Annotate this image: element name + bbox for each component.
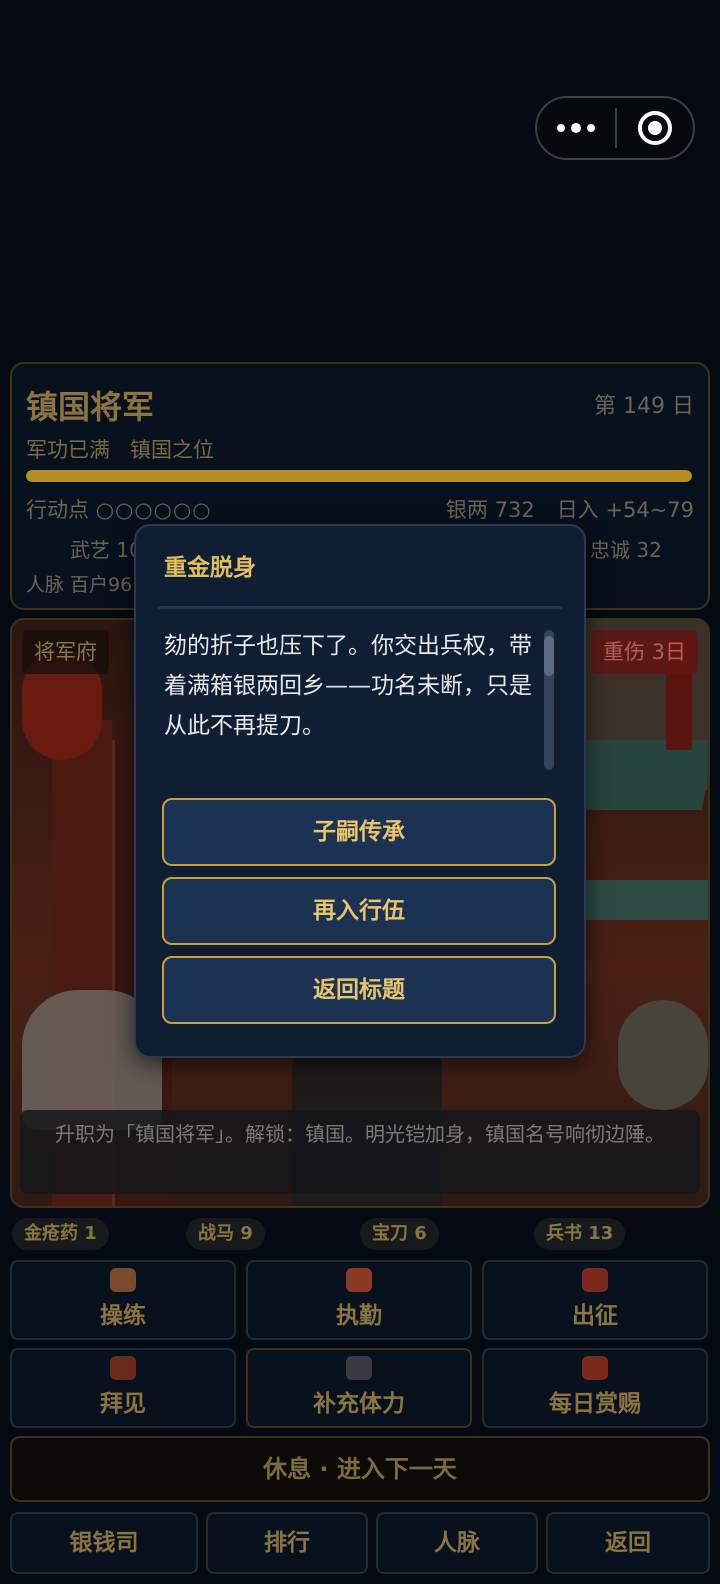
action-daily-reward-button[interactable]: 每日赏赐 [482,1348,708,1428]
connections-stat: 人脉 百户96 [26,574,133,596]
dialog-title: 重金脱身 [164,555,256,581]
item-badge: 战马 9 [186,1218,265,1250]
nav-ranking-button[interactable]: 排行 [206,1512,368,1574]
miniprogram-capsule [535,96,695,160]
duty-icon [346,1268,372,1292]
scrollbar-thumb[interactable] [544,636,554,676]
dot [587,124,595,132]
heir-succession-button[interactable]: 子嗣传承 [162,798,556,866]
action-label: 每日赏赐 [549,1391,641,1417]
action-duty-button[interactable]: 执勤 [246,1260,472,1340]
merit-status: 军功已满 [26,438,110,462]
target-close-icon[interactable] [617,98,693,158]
injury-tag: 重伤 3日 [590,630,698,674]
action-points: 行动点 ○○○○○○ [26,494,212,524]
rank-position: 镇国之位 [130,438,214,462]
action-campaign-button[interactable]: 出征 [482,1260,708,1340]
reenlist-button[interactable]: 再入行伍 [162,877,556,945]
action-label: 执勤 [336,1303,382,1329]
dot [557,124,565,132]
rank-title: 镇国将军 [26,388,155,426]
action-label: 操练 [100,1303,146,1329]
silver-info: 银两 732 日入 +54~79 [446,494,694,524]
action-train-button[interactable]: 操练 [10,1260,236,1340]
martial-stat: 武艺 10 [70,538,142,562]
dot [571,123,581,133]
merit-progress-bar [26,470,692,482]
inventory-row: 金疮药 1 战马 9 宝刀 6 兵书 13 [12,1218,708,1250]
action-stamina-button[interactable]: 补充体力 [246,1348,472,1428]
silver-amount: 银两 732 [445,498,535,522]
rest-next-day-button[interactable]: 休息 · 进入下一天 [10,1436,710,1502]
action-label: 拜见 [100,1391,146,1417]
action-visit-button[interactable]: 拜见 [10,1348,236,1428]
nav-connections-button[interactable]: 人脉 [376,1512,538,1574]
scene-caption: 升职为「镇国将军」。解锁：镇国。明光铠加身，镇国名号响彻边陲。 [20,1110,700,1194]
ending-dialog: 重金脱身 劾的折子也压下了。你交出兵权，带着满箱银两回乡——功名未断，只是从此不… [134,524,586,1058]
day-counter: 第 149 日 [594,394,694,419]
action-label: 出征 [572,1303,618,1329]
nav-back-button[interactable]: 返回 [546,1512,710,1574]
daily-income: 日入 +54~79 [556,498,694,522]
dialog-divider [158,606,562,609]
merit-line: 军功已满 镇国之位 [26,434,214,464]
training-icon [110,1268,136,1292]
item-badge: 宝刀 6 [360,1218,439,1250]
reward-icon [582,1356,608,1380]
action-points-label: 行动点 [26,498,89,522]
dialog-scrollbar[interactable] [544,630,554,770]
action-label: 补充体力 [313,1391,405,1417]
item-badge: 兵书 13 [534,1218,626,1250]
tree-icon [618,1000,708,1110]
merit-progress-fill [26,470,692,482]
location-tag: 将军府 [22,630,109,674]
visit-icon [110,1356,136,1380]
stamina-icon [346,1356,372,1380]
item-badge: 金疮药 1 [12,1218,109,1250]
return-title-button[interactable]: 返回标题 [162,956,556,1024]
dialog-body-text: 劾的折子也压下了。你交出兵权，带着满箱银两回乡——功名未断，只是从此不再提刀。 [164,633,532,739]
loyalty-stat: 忠诚 32 [590,538,662,562]
nav-treasury-button[interactable]: 银钱司 [10,1512,198,1574]
action-points-circles: ○○○○○○ [95,498,212,522]
close-ring [637,111,672,145]
more-dots-icon[interactable] [537,98,615,158]
campaign-icon [582,1268,608,1292]
